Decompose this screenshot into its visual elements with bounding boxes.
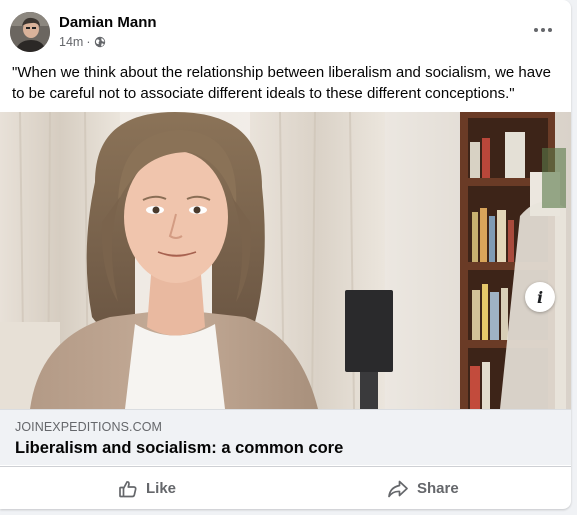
post-time[interactable]: 14m xyxy=(59,35,83,49)
share-arrow-icon xyxy=(387,479,409,499)
meta-separator: · xyxy=(86,35,91,49)
post-card: Damian Mann 14m · "When we think about t… xyxy=(0,0,571,509)
action-bar: Like Share xyxy=(0,466,571,509)
more-options-button[interactable] xyxy=(529,18,557,42)
post-text: "When we think about the relationship be… xyxy=(12,64,551,102)
globe-icon[interactable] xyxy=(94,36,106,48)
info-icon[interactable]: i xyxy=(525,282,555,312)
dot-icon xyxy=(534,28,538,32)
dot-icon xyxy=(541,28,545,32)
link-preview-image[interactable] xyxy=(0,112,571,409)
like-label: Like xyxy=(146,480,177,497)
thumbs-up-icon xyxy=(118,479,138,499)
link-title[interactable]: Liberalism and socialism: a common core xyxy=(15,439,343,458)
link-preview[interactable]: JOINEXPEDITIONS.COM Liberalism and socia… xyxy=(0,409,571,465)
avatar[interactable] xyxy=(10,12,50,52)
link-domain: JOINEXPEDITIONS.COM xyxy=(15,420,163,434)
post-header: Damian Mann 14m · xyxy=(10,12,565,56)
share-label: Share xyxy=(417,480,459,497)
like-button[interactable]: Like xyxy=(118,467,176,509)
author-name[interactable]: Damian Mann xyxy=(59,14,157,31)
post-meta: 14m · xyxy=(59,35,106,49)
share-button[interactable]: Share xyxy=(387,467,459,509)
dot-icon xyxy=(548,28,552,32)
